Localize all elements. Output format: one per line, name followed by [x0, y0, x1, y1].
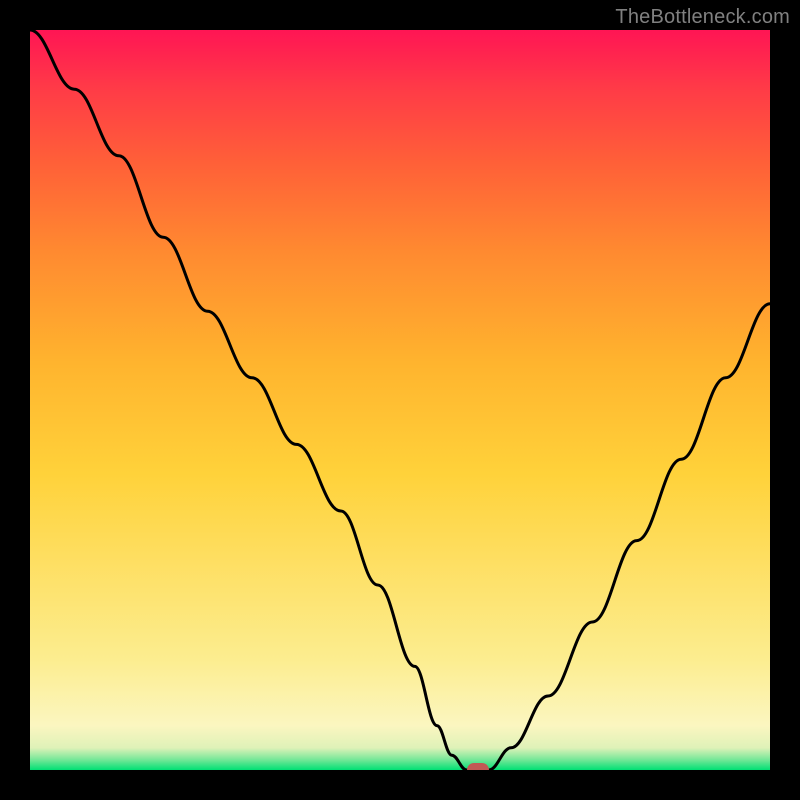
chart-container: TheBottleneck.com — [0, 0, 800, 800]
gradient-background — [30, 30, 770, 770]
watermark-label: TheBottleneck.com — [615, 6, 790, 29]
optimal-marker — [467, 763, 489, 770]
plot-area — [30, 30, 770, 770]
chart-svg — [30, 30, 770, 770]
